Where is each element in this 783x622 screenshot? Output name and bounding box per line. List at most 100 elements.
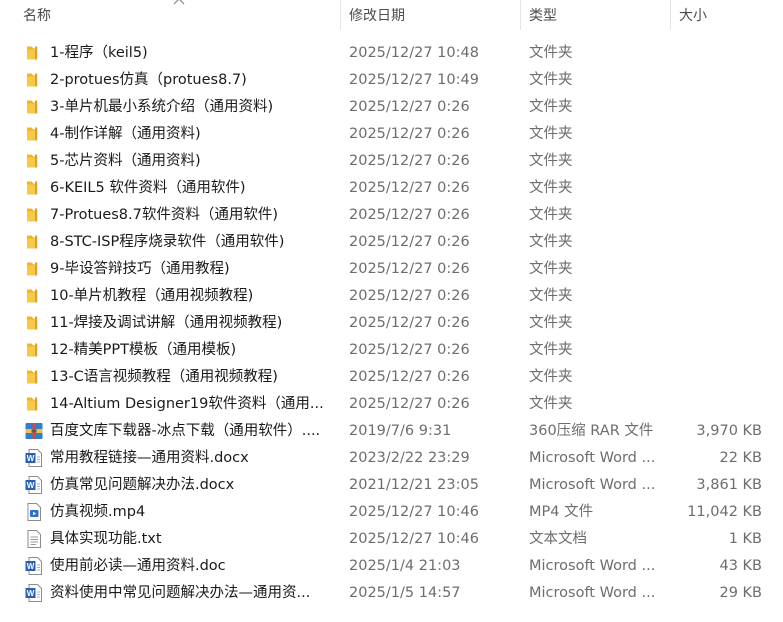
file-type: Microsoft Word ...: [529, 477, 656, 493]
column-header-size[interactable]: 大小: [679, 0, 707, 32]
column-header-bar: 名称 修改日期 类型 大小: [0, 0, 783, 32]
file-row[interactable]: 1-程序（keil5) 2025/12/27 10:48 文件夹: [0, 40, 783, 67]
file-size: 22 KB: [719, 450, 762, 466]
file-name: 2-protues仿真（protues8.7): [50, 72, 247, 88]
file-name: 具体实现功能.txt: [50, 531, 162, 547]
file-type: 文件夹: [529, 261, 573, 277]
file-row[interactable]: 7-Protues8.7软件资料（通用软件) 2025/12/27 0:26 文件夹: [0, 202, 783, 229]
folder-icon: [24, 259, 44, 279]
file-modified-date: 2025/12/27 0:26: [349, 369, 470, 385]
sort-ascending-icon[interactable]: [172, 0, 186, 5]
file-modified-date: 2025/1/5 14:57: [349, 585, 461, 601]
file-row[interactable]: 11-焊接及调试讲解（通用视频教程) 2025/12/27 0:26 文件夹: [0, 310, 783, 337]
file-name: 百度文库下载器-冰点下载（通用软件）....: [50, 423, 321, 439]
file-type: 文件夹: [529, 45, 573, 61]
file-size: [672, 364, 762, 391]
column-divider[interactable]: [670, 0, 671, 30]
file-name: 13-C语言视频教程（通用视频教程): [50, 369, 278, 385]
file-type: 文件夹: [529, 72, 573, 88]
file-modified-date: 2025/12/27 10:46: [349, 504, 479, 520]
folder-icon: [24, 394, 44, 414]
file-name: 11-焊接及调试讲解（通用视频教程): [50, 315, 283, 331]
word-document-icon: [24, 583, 44, 603]
file-size: [672, 310, 762, 337]
folder-icon: [24, 286, 44, 306]
file-name: 10-单片机教程（通用视频教程): [50, 288, 254, 304]
folder-icon: [24, 124, 44, 144]
file-type: 文件夹: [529, 288, 573, 304]
file-row[interactable]: 使用前必读—通用资料.doc 2025/1/4 21:03 Microsoft Wo…: [0, 553, 783, 580]
column-divider[interactable]: [520, 0, 521, 30]
file-row[interactable]: 10-单片机教程（通用视频教程) 2025/12/27 0:26 文件夹: [0, 283, 783, 310]
file-row[interactable]: 5-芯片资料（通用资料) 2025/12/27 0:26 文件夹: [0, 148, 783, 175]
file-row[interactable]: 3-单片机最小系统介绍（通用资料) 2025/12/27 0:26 文件夹: [0, 94, 783, 121]
file-modified-date: 2025/12/27 0:26: [349, 315, 470, 331]
column-divider[interactable]: [340, 0, 341, 30]
file-size: [672, 283, 762, 310]
column-header-type[interactable]: 类型: [529, 0, 557, 32]
file-type: Microsoft Word ...: [529, 450, 656, 466]
file-row[interactable]: 资料使用中常见问题解决办法—通用资... 2025/1/5 14:57 Micros…: [0, 580, 783, 607]
file-modified-date: 2025/12/27 0:26: [349, 180, 470, 196]
file-row[interactable]: 仿真视频.mp4 2025/12/27 10:46 MP4 文件 11,042 KB: [0, 499, 783, 526]
file-name: 常用教程链接—通用资料.docx: [50, 450, 249, 466]
file-size: 43 KB: [719, 558, 762, 574]
folder-icon: [24, 97, 44, 117]
file-row[interactable]: 12-精美PPT模板（通用模板) 2025/12/27 0:26 文件夹: [0, 337, 783, 364]
file-modified-date: 2025/12/27 0:26: [349, 126, 470, 142]
file-modified-date: 2023/2/22 23:29: [349, 450, 470, 466]
file-modified-date: 2025/12/27 0:26: [349, 342, 470, 358]
file-row[interactable]: 14-Altium Designer19软件资料（通用... 2025/12/27…: [0, 391, 783, 418]
file-row[interactable]: 常用教程链接—通用资料.docx 2023/2/22 23:29 Microsoft…: [0, 445, 783, 472]
file-name: 9-毕设答辩技巧（通用教程): [50, 261, 230, 277]
file-type: 360压缩 RAR 文件: [529, 423, 654, 439]
file-row[interactable]: 6-KEIL5 软件资料（通用软件) 2025/12/27 0:26 文件夹: [0, 175, 783, 202]
column-header-date[interactable]: 修改日期: [349, 0, 405, 32]
file-size: 29 KB: [719, 585, 762, 601]
file-name: 仿真常见问题解决办法.docx: [50, 477, 235, 493]
folder-icon: [24, 151, 44, 171]
column-header-name[interactable]: 名称: [23, 0, 51, 32]
folder-icon: [24, 313, 44, 333]
file-row[interactable]: 9-毕设答辩技巧（通用教程) 2025/12/27 0:26 文件夹: [0, 256, 783, 283]
file-modified-date: 2025/12/27 0:26: [349, 99, 470, 115]
file-size: [672, 391, 762, 418]
rar-archive-icon: [24, 421, 44, 441]
file-row[interactable]: 2-protues仿真（protues8.7) 2025/12/27 10:49 文…: [0, 67, 783, 94]
word-document-icon: [24, 556, 44, 576]
file-row[interactable]: 百度文库下载器-冰点下载（通用软件）.... 2019/7/6 9:31 360压缩…: [0, 418, 783, 445]
file-type: 文件夹: [529, 396, 573, 412]
file-type: Microsoft Word ...: [529, 558, 656, 574]
file-size: 11,042 KB: [687, 504, 762, 520]
folder-icon: [24, 178, 44, 198]
file-row[interactable]: 具体实现功能.txt 2025/12/27 10:46 文本文档 1 KB: [0, 526, 783, 553]
file-type: 文件夹: [529, 234, 573, 250]
file-type: 文件夹: [529, 315, 573, 331]
file-type: 文件夹: [529, 126, 573, 142]
file-modified-date: 2021/12/21 23:05: [349, 477, 479, 493]
video-file-icon: [24, 502, 44, 522]
word-document-icon: [24, 448, 44, 468]
file-type: 文件夹: [529, 207, 573, 223]
file-size: [672, 229, 762, 256]
file-name: 仿真视频.mp4: [50, 504, 146, 520]
file-row[interactable]: 4-制作详解（通用资料) 2025/12/27 0:26 文件夹: [0, 121, 783, 148]
folder-icon: [24, 367, 44, 387]
folder-icon: [24, 232, 44, 252]
file-name: 7-Protues8.7软件资料（通用软件): [50, 207, 279, 223]
file-name: 1-程序（keil5): [50, 45, 148, 61]
file-row[interactable]: 8-STC-ISP程序烧录软件（通用软件) 2025/12/27 0:26 文件夹: [0, 229, 783, 256]
file-size: 1 KB: [728, 531, 762, 547]
file-modified-date: 2025/12/27 0:26: [349, 261, 470, 277]
file-modified-date: 2025/12/27 0:26: [349, 153, 470, 169]
file-row[interactable]: 仿真常见问题解决办法.docx 2021/12/21 23:05 Microsoft…: [0, 472, 783, 499]
file-name: 12-精美PPT模板（通用模板): [50, 342, 237, 358]
file-type: 文件夹: [529, 369, 573, 385]
file-modified-date: 2025/1/4 21:03: [349, 558, 461, 574]
folder-icon: [24, 43, 44, 63]
file-name: 8-STC-ISP程序烧录软件（通用软件): [50, 234, 285, 250]
file-type: Microsoft Word ...: [529, 585, 656, 601]
file-size: [672, 40, 762, 67]
file-row[interactable]: 13-C语言视频教程（通用视频教程) 2025/12/27 0:26 文件夹: [0, 364, 783, 391]
file-name: 使用前必读—通用资料.doc: [50, 558, 226, 574]
